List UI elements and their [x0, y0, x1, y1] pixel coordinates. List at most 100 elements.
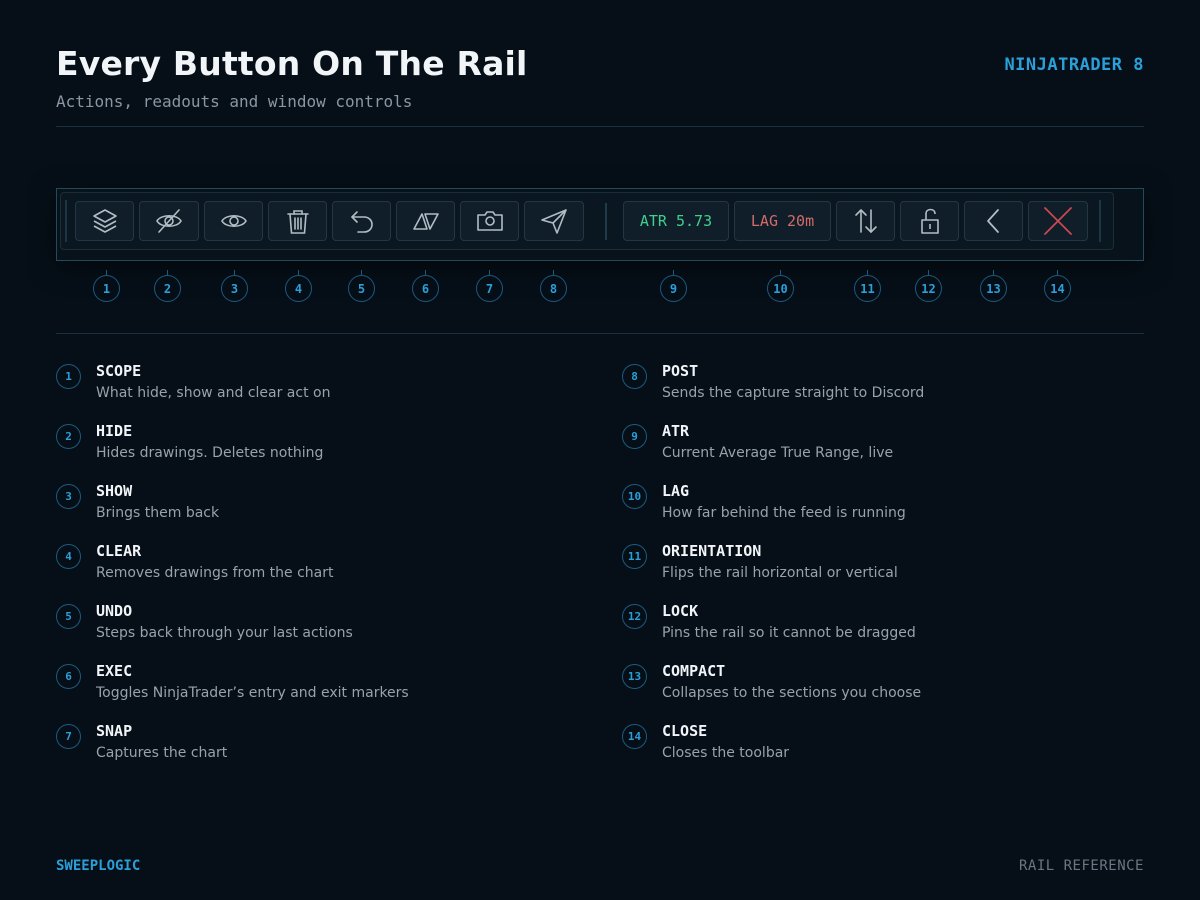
- legend-item: 6 EXEC Toggles NinjaTrader’s entry and exi…: [56, 662, 556, 708]
- close-button[interactable]: [1028, 201, 1088, 241]
- legend-number: 7: [56, 724, 81, 749]
- legend-item: 11 ORIENTATION Flips the rail horizontal o…: [622, 542, 1122, 588]
- legend-name: ORIENTATION: [662, 542, 762, 560]
- callout-marker: 12: [915, 275, 942, 302]
- legend-description: What hide, show and clear act on: [96, 385, 331, 401]
- callout-marker: 13: [980, 275, 1007, 302]
- atr-value: ATR 5.73: [639, 212, 713, 230]
- legend-number: 2: [56, 424, 81, 449]
- legend-name: HIDE: [96, 422, 133, 440]
- footer-brand: SWEEPLOGIC: [56, 858, 141, 874]
- hide-button[interactable]: [139, 201, 199, 241]
- post-button[interactable]: [524, 201, 584, 241]
- legend-description: Collapses to the sections you choose: [662, 685, 922, 701]
- legend-item: 5 UNDO Steps back through your last action…: [56, 602, 556, 648]
- eye-off-icon: [154, 206, 184, 236]
- legend-item: 3 SHOW Brings them back: [56, 482, 556, 528]
- rail-drag-handle-right[interactable]: [1099, 200, 1101, 242]
- legend-number: 13: [622, 664, 647, 689]
- legend-number: 5: [56, 604, 81, 629]
- legend-description: Closes the toolbar: [662, 745, 790, 761]
- legend-name: POST: [662, 362, 699, 380]
- section-divider: [56, 333, 1144, 334]
- layers-icon: [90, 206, 120, 236]
- legend-item: 12 LOCK Pins the rail so it cannot be drag…: [622, 602, 1122, 648]
- legend-description: Pins the rail so it cannot be dragged: [662, 625, 916, 641]
- legend-description: Current Average True Range, live: [662, 445, 894, 461]
- legend-item: 8 POST Sends the capture straight to Disco…: [622, 362, 1122, 408]
- legend-description: How far behind the feed is running: [662, 505, 906, 521]
- legend-item: 9 ATR Current Average True Range, live: [622, 422, 1122, 468]
- legend-description: Removes drawings from the chart: [96, 565, 334, 581]
- legend-description: Steps back through your last actions: [96, 625, 353, 641]
- legend-number: 9: [622, 424, 647, 449]
- legend-description: Flips the rail horizontal or vertical: [662, 565, 898, 581]
- callout-marker: 9: [660, 275, 687, 302]
- exec-button[interactable]: [396, 201, 455, 241]
- legend-name: COMPACT: [662, 662, 726, 680]
- legend-name: SNAP: [96, 722, 133, 740]
- legend-description: Brings them back: [96, 505, 220, 521]
- legend-name: LOCK: [662, 602, 699, 620]
- legend-item: 1 SCOPE What hide, show and clear act on: [56, 362, 556, 408]
- callout-marker: 2: [154, 275, 181, 302]
- exec-triangles-icon: [410, 206, 442, 236]
- legend-number: 6: [56, 664, 81, 689]
- legend-item: 14 CLOSE Closes the toolbar: [622, 722, 1122, 768]
- page-title: Every Button On The Rail: [56, 44, 528, 83]
- callout-marker: 8: [540, 275, 567, 302]
- atr-readout: ATR 5.73: [623, 201, 729, 241]
- legend-name: SCOPE: [96, 362, 142, 380]
- legend-number: 11: [622, 544, 647, 569]
- scope-button[interactable]: [75, 201, 134, 241]
- legend-item: 2 HIDE Hides drawings. Deletes nothing: [56, 422, 556, 468]
- legend-number: 10: [622, 484, 647, 509]
- orientation-button[interactable]: [836, 201, 895, 241]
- legend-item: 4 CLEAR Removes drawings from the chart: [56, 542, 556, 588]
- lock-button[interactable]: [900, 201, 959, 241]
- undo-icon: [347, 206, 377, 236]
- legend-description: Toggles NinjaTrader’s entry and exit mar…: [96, 685, 409, 701]
- lag-value: LAG 20m: [750, 212, 815, 230]
- page-subtitle: Actions, readouts and window controls: [56, 92, 413, 111]
- close-icon: [1042, 205, 1074, 237]
- rail-drag-handle-left[interactable]: [65, 200, 67, 242]
- send-icon: [539, 206, 569, 236]
- callout-marker: 14: [1044, 275, 1071, 302]
- unlock-icon: [915, 205, 945, 237]
- callout-marker: 5: [348, 275, 375, 302]
- callout-marker: 11: [854, 275, 881, 302]
- legend-number: 1: [56, 364, 81, 389]
- callout-marker: 10: [767, 275, 794, 302]
- undo-button[interactable]: [332, 201, 391, 241]
- clear-button[interactable]: [268, 201, 327, 241]
- chevron-left-icon: [979, 206, 1009, 236]
- lag-readout: LAG 20m: [734, 201, 831, 241]
- footer-label: RAIL REFERENCE: [1018, 858, 1144, 874]
- legend-description: Captures the chart: [96, 745, 228, 761]
- compact-button[interactable]: [964, 201, 1023, 241]
- legend-item: 13 COMPACT Collapses to the sections you c…: [622, 662, 1122, 708]
- legend-item: 10 LAG How far behind the feed is running: [622, 482, 1122, 528]
- legend-number: 3: [56, 484, 81, 509]
- trash-icon: [283, 206, 313, 236]
- camera-icon: [475, 206, 505, 236]
- legend-name: UNDO: [96, 602, 133, 620]
- legend-name: EXEC: [96, 662, 133, 680]
- legend-name: LAG: [662, 482, 690, 500]
- legend-name: CLOSE: [662, 722, 708, 740]
- legend-name: CLEAR: [96, 542, 142, 560]
- legend-item: 7 SNAP Captures the chart: [56, 722, 556, 768]
- callout-marker: 1: [93, 275, 120, 302]
- legend-number: 12: [622, 604, 647, 629]
- up-down-arrows-icon: [851, 205, 881, 237]
- legend-description: Hides drawings. Deletes nothing: [96, 445, 324, 461]
- snap-button[interactable]: [460, 201, 519, 241]
- platform-tag: NINJATRADER 8: [1004, 55, 1144, 75]
- header-divider: [56, 126, 1144, 127]
- legend-number: 4: [56, 544, 81, 569]
- show-button[interactable]: [204, 201, 263, 241]
- eye-icon: [219, 206, 249, 236]
- callout-marker: 3: [221, 275, 248, 302]
- legend-name: SHOW: [96, 482, 133, 500]
